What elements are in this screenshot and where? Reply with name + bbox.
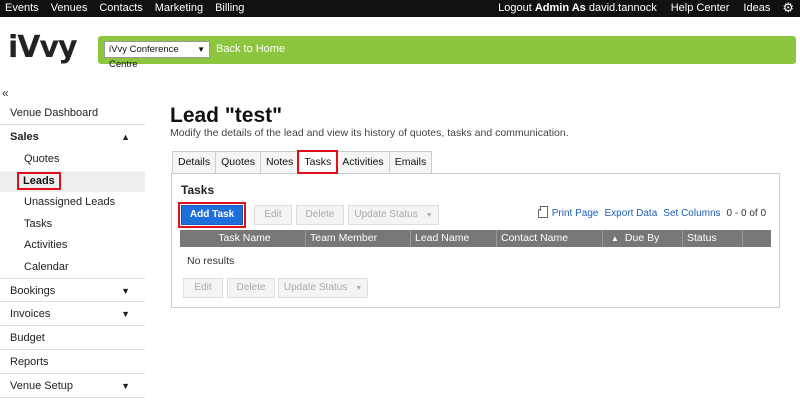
add-task-button[interactable]: Add Task: [178, 202, 246, 228]
column-due-by[interactable]: ▲ Due By: [603, 230, 683, 247]
nav-contacts[interactable]: Contacts: [99, 2, 142, 14]
tab-details[interactable]: Details: [172, 151, 217, 173]
column-status[interactable]: Status: [683, 230, 743, 247]
chevron-down-icon: ▼: [197, 45, 205, 54]
sidebar-item-invoices[interactable]: Invoices ▼: [0, 302, 145, 326]
sidebar-item-activities[interactable]: Activities: [0, 235, 145, 257]
export-data-link[interactable]: Export Data: [604, 208, 657, 219]
column-extra: [743, 230, 771, 247]
caret-down-icon: ▼: [425, 212, 433, 219]
update-status-button-bottom[interactable]: Update Status ▼: [278, 278, 368, 298]
venue-bar: iVvy Conference Centre ▼ Back to Home: [98, 36, 796, 70]
tasks-panel: Tasks Add Task Edit Delete Update Status…: [171, 173, 780, 308]
caret-down-icon: ▼: [121, 381, 130, 391]
column-team-member[interactable]: Team Member: [306, 230, 411, 247]
sidebar-item-budget[interactable]: Budget: [0, 326, 145, 350]
top-nav-right: Logout Admin As david.tannock Help Cente…: [484, 1, 794, 14]
page-subtitle: Modify the details of the lead and view …: [170, 127, 569, 139]
nav-marketing[interactable]: Marketing: [155, 2, 203, 14]
gear-icon[interactable]: ⚙: [782, 1, 794, 14]
caret-up-icon: ▲: [121, 132, 130, 142]
sidebar-item-venue-setup[interactable]: Venue Setup ▼: [0, 374, 145, 398]
help-center-link[interactable]: Help Center: [671, 2, 730, 14]
tab-activities[interactable]: Activities: [336, 151, 390, 173]
tab-notes[interactable]: Notes: [259, 151, 300, 173]
nav-billing[interactable]: Billing: [215, 2, 244, 14]
set-columns-link[interactable]: Set Columns: [663, 208, 720, 219]
sidebar-item-venue-dashboard[interactable]: Venue Dashboard: [0, 101, 145, 125]
update-status-button[interactable]: Update Status ▼: [348, 205, 439, 225]
page-title: Lead "test": [170, 104, 283, 127]
ideas-link[interactable]: Ideas: [743, 2, 770, 14]
edit-button[interactable]: Edit: [254, 205, 292, 225]
sidebar-item-calendar[interactable]: Calendar: [0, 257, 145, 279]
caret-down-icon: ▼: [355, 285, 363, 292]
caret-down-icon: ▼: [121, 286, 130, 296]
delete-button[interactable]: Delete: [296, 205, 344, 225]
print-page-link[interactable]: Print Page: [552, 208, 599, 219]
sidebar-item-leads[interactable]: Leads: [0, 170, 145, 192]
tab-tasks[interactable]: Tasks: [297, 150, 339, 174]
sidebar-item-unassigned-leads[interactable]: Unassigned Leads: [0, 192, 145, 214]
sidebar: Venue Dashboard Sales ▲ Quotes Leads Unas…: [0, 101, 145, 398]
lead-tabs: Details Quotes Notes Tasks Activities Em…: [172, 150, 433, 174]
logout-link[interactable]: Logout Admin As david.tannock: [498, 2, 657, 14]
venue-select[interactable]: iVvy Conference Centre ▼: [104, 41, 210, 70]
sort-asc-icon: ▲: [611, 234, 619, 243]
nav-venues[interactable]: Venues: [51, 2, 88, 14]
top-nav-bar: Events Venues Contacts Marketing Billing…: [0, 0, 800, 17]
edit-button-bottom[interactable]: Edit: [183, 278, 223, 298]
sidebar-item-quotes[interactable]: Quotes: [0, 149, 145, 171]
sidebar-item-reports[interactable]: Reports: [0, 350, 145, 374]
column-task-name[interactable]: Task Name: [180, 230, 306, 247]
printer-icon: [537, 206, 548, 218]
grid-tools: Print Page Export Data Set Columns 0 - 0…: [537, 206, 766, 219]
back-to-home-link[interactable]: Back to Home: [216, 43, 285, 55]
tasks-table-header: Task Name Team Member Lead Name Contact …: [180, 230, 771, 247]
no-results-text: No results: [187, 255, 235, 267]
tab-quotes[interactable]: Quotes: [215, 151, 261, 173]
nav-events[interactable]: Events: [5, 2, 39, 14]
caret-down-icon: ▼: [121, 309, 130, 319]
sidebar-item-bookings[interactable]: Bookings ▼: [0, 278, 145, 302]
top-nav-menu: Events Venues Contacts Marketing Billing: [5, 2, 256, 14]
tab-emails[interactable]: Emails: [388, 151, 433, 173]
column-lead-name[interactable]: Lead Name: [411, 230, 497, 247]
result-count: 0 - 0 of 0: [726, 208, 766, 219]
sidebar-item-sales[interactable]: Sales ▲: [0, 125, 145, 149]
column-contact-name[interactable]: Contact Name: [497, 230, 603, 247]
ivvy-logo[interactable]: iVvy: [8, 30, 78, 65]
collapse-sidebar-icon[interactable]: «: [2, 86, 9, 100]
delete-button-bottom[interactable]: Delete: [227, 278, 275, 298]
panel-title: Tasks: [181, 183, 215, 197]
sidebar-item-tasks[interactable]: Tasks: [0, 214, 145, 236]
